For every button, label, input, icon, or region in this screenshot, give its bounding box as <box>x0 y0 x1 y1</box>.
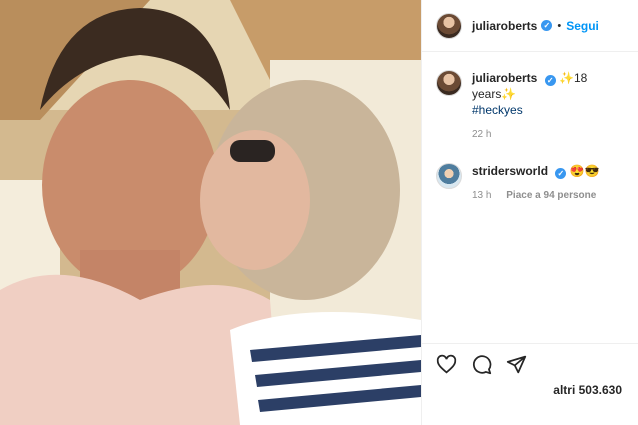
comment-username[interactable]: stridersworld <box>472 164 548 178</box>
comment-meta: 13 h Piace a 94 persone <box>472 188 600 204</box>
comment-item: stridersworld ✓ 😍😎 13 h Piace a 94 perso… <box>436 163 624 204</box>
comment-time[interactable]: 13 h <box>472 190 491 201</box>
comment-icon[interactable] <box>471 354 492 375</box>
follow-button[interactable]: Segui <box>566 19 599 33</box>
comment-item: juliaroberts ✓ ✨18 years✨ #heckyes 22 h <box>436 70 624 143</box>
verified-badge-icon: ✓ <box>544 75 556 86</box>
comment-username[interactable]: juliaroberts <box>472 71 537 85</box>
comment-meta: 22 h <box>472 127 624 143</box>
verified-badge-icon: ✓ <box>555 168 567 179</box>
likes-count[interactable]: altri 503.630 <box>553 383 622 397</box>
comment-avatar[interactable] <box>436 70 462 96</box>
heart-icon[interactable] <box>436 354 457 375</box>
hashtag-link[interactable]: #heckyes <box>472 102 624 118</box>
comments-list: juliaroberts ✓ ✨18 years✨ #heckyes 22 h … <box>422 52 638 204</box>
comment-text: 😍😎 <box>569 164 600 178</box>
author-avatar[interactable] <box>436 12 462 39</box>
comment-time[interactable]: 22 h <box>472 129 491 140</box>
separator-dot: • <box>557 19 562 32</box>
post-photo[interactable] <box>0 0 421 425</box>
action-bar <box>422 343 638 375</box>
comment-likes[interactable]: Piace a 94 persone <box>506 190 596 201</box>
verified-badge-icon: ✓ <box>541 20 553 31</box>
post-sidebar: juliaroberts ✓ • Segui juliaroberts ✓ ✨1… <box>421 0 638 425</box>
comment-avatar[interactable] <box>436 163 462 189</box>
author-username[interactable]: juliaroberts <box>472 19 537 33</box>
post-header: juliaroberts ✓ • Segui <box>422 0 638 52</box>
share-icon[interactable] <box>506 354 527 375</box>
